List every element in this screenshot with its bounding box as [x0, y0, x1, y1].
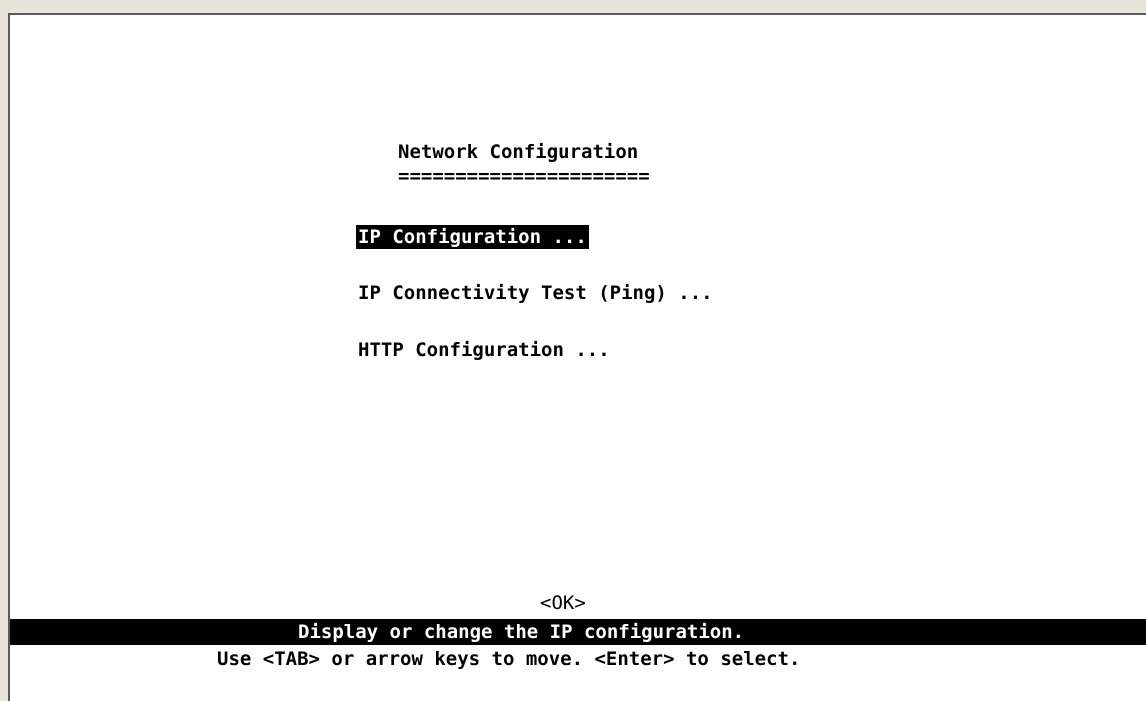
help-text: Use <TAB> or arrow keys to move. <Enter>…	[217, 648, 801, 670]
ok-button[interactable]: <OK>	[540, 591, 586, 615]
status-bar: Display or change the IP configuration.	[10, 619, 1146, 645]
menu-item-ip-configuration[interactable]: IP Configuration ...	[356, 225, 589, 249]
menu-item-http-configuration[interactable]: HTTP Configuration ...	[356, 338, 612, 362]
title-underline: ======================	[398, 165, 650, 187]
page-title: Network Configuration	[398, 141, 639, 163]
terminal-window: Network Configuration ==================…	[8, 13, 1146, 701]
menu-item-ip-connectivity-test[interactable]: IP Connectivity Test (Ping) ...	[356, 281, 715, 305]
status-text: Display or change the IP configuration.	[298, 621, 745, 643]
